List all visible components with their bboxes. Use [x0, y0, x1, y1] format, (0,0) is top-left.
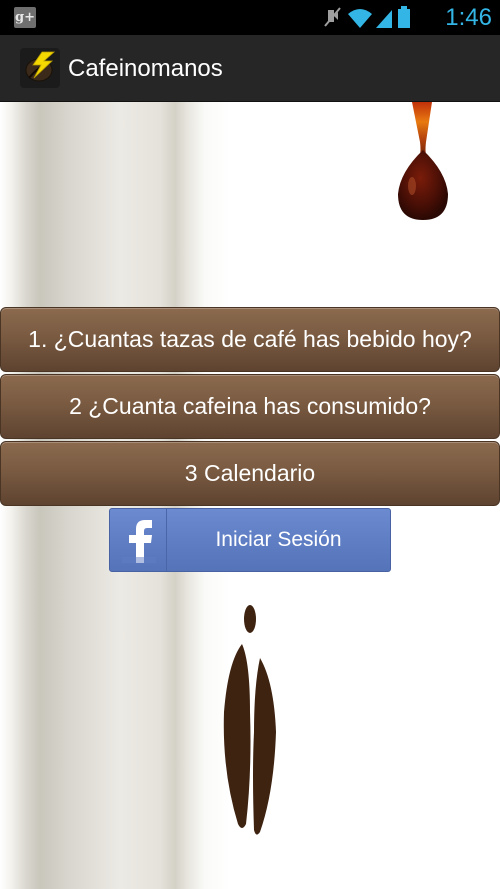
google-plus-icon: g+ [14, 7, 36, 28]
action-bar: Cafeinomanos [0, 35, 500, 102]
wifi-icon [348, 9, 372, 28]
menu-button-cups-today[interactable]: 1. ¿Cuantas tazas de café has bebido hoy… [0, 307, 500, 372]
facebook-login-button[interactable]: Iniciar Sesión [109, 508, 391, 572]
status-icons [324, 6, 410, 28]
mute-icon [324, 7, 341, 27]
battery-icon [398, 6, 410, 28]
facebook-icon [122, 520, 156, 563]
coffee-bean-image [223, 605, 276, 835]
signal-icon [376, 10, 392, 28]
app-logo-icon[interactable] [20, 48, 60, 88]
facebook-login-label: Iniciar Sesión [215, 528, 342, 551]
menu-button-caffeine-consumed[interactable]: 2 ¿Cuanta cafeina has consumido? [0, 374, 500, 439]
facebook-icon-box [110, 509, 167, 571]
app-title: Cafeinomanos [68, 55, 223, 82]
status-time: 1:46 [445, 4, 492, 31]
status-bar: g+ 1:46 [0, 0, 500, 35]
menu-button-calendar[interactable]: 3 Calendario [0, 441, 500, 506]
coffee-drop-image [398, 102, 448, 220]
